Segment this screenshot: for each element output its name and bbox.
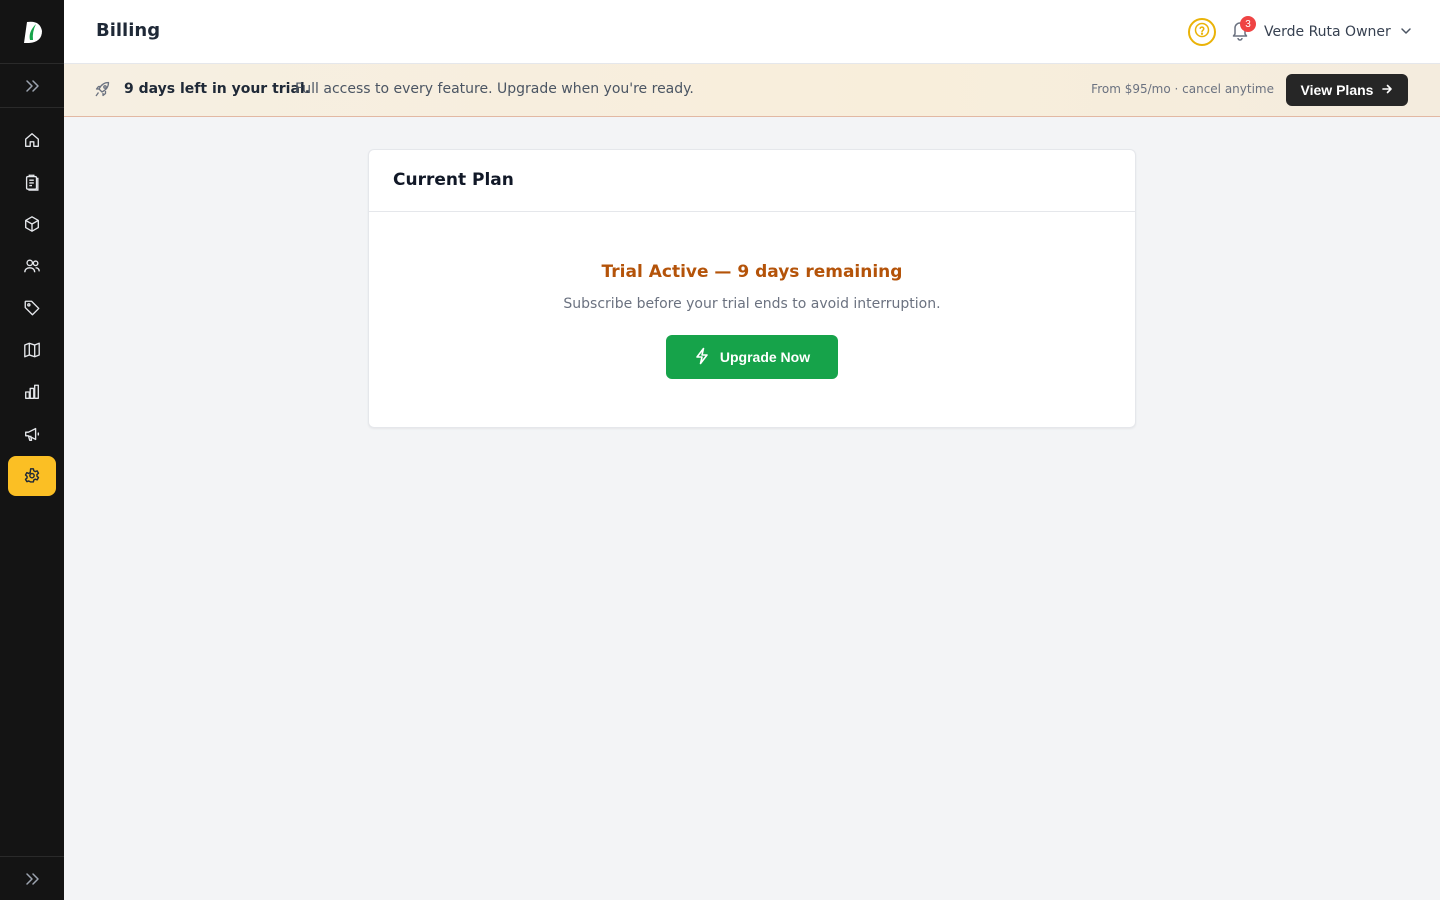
- gear-icon: [23, 467, 41, 485]
- brand-logo-icon: [18, 18, 46, 46]
- chevron-down-icon: [1399, 23, 1413, 42]
- clipboard-icon: [23, 173, 41, 191]
- sidebar-item-marketing[interactable]: [8, 414, 56, 454]
- sidebar-item-products[interactable]: [8, 204, 56, 244]
- view-plans-label: View Plans: [1300, 82, 1374, 98]
- sidebar-item-tags[interactable]: [8, 288, 56, 328]
- map-icon: [23, 341, 41, 359]
- user-name: Verde Ruta Owner: [1264, 24, 1391, 40]
- card-title: Current Plan: [393, 170, 514, 190]
- current-plan-card: Current Plan Trial Active — 9 days remai…: [368, 149, 1136, 428]
- brand-logo[interactable]: [0, 0, 64, 64]
- users-icon: [23, 257, 41, 275]
- box-icon: [23, 215, 41, 233]
- top-header: Billing 3 Verde Ruta Owner: [64, 0, 1440, 64]
- upgrade-now-button[interactable]: Upgrade Now: [666, 335, 838, 379]
- trial-banner-message: Full access to every feature. Upgrade wh…: [295, 81, 694, 97]
- expand-sidebar-button[interactable]: [0, 64, 64, 108]
- sidebar-item-customers[interactable]: [8, 246, 56, 286]
- home-icon: [23, 131, 41, 149]
- trial-status: Trial Active — 9 days remaining: [601, 262, 903, 282]
- megaphone-icon: [23, 425, 41, 443]
- tag-icon: [23, 299, 41, 317]
- collapse-sidebar-button[interactable]: [0, 856, 64, 900]
- notification-badge: 3: [1240, 16, 1256, 32]
- sidebar-item-settings[interactable]: [8, 456, 56, 496]
- chevrons-right-icon: [24, 78, 40, 94]
- sidebar-item-reports[interactable]: [8, 372, 56, 412]
- lightning-icon: [694, 347, 710, 368]
- card-header: Current Plan: [369, 150, 1135, 212]
- sidebar-nav: [8, 120, 56, 498]
- sidebar-item-routes[interactable]: [8, 330, 56, 370]
- sidebar-item-home[interactable]: [8, 120, 56, 160]
- page-title: Billing: [96, 20, 161, 41]
- help-icon: [1194, 22, 1210, 42]
- sidebar: [0, 0, 64, 900]
- trial-subtitle: Subscribe before your trial ends to avoi…: [563, 296, 941, 312]
- sidebar-item-orders[interactable]: [8, 162, 56, 202]
- arrow-right-icon: [1381, 82, 1393, 98]
- rocket-icon: [94, 80, 112, 102]
- trial-days-left: 9 days left in your trial.: [124, 81, 311, 97]
- view-plans-button[interactable]: View Plans: [1286, 74, 1408, 106]
- bar-chart-icon: [23, 383, 41, 401]
- upgrade-now-label: Upgrade Now: [719, 349, 811, 365]
- user-menu[interactable]: Verde Ruta Owner: [1264, 20, 1413, 44]
- chevrons-right-icon: [24, 871, 40, 887]
- pricing-note: From $95/mo · cancel anytime: [1091, 82, 1274, 96]
- trial-banner: 9 days left in your trial. Full access t…: [64, 64, 1440, 117]
- help-button[interactable]: [1188, 18, 1216, 46]
